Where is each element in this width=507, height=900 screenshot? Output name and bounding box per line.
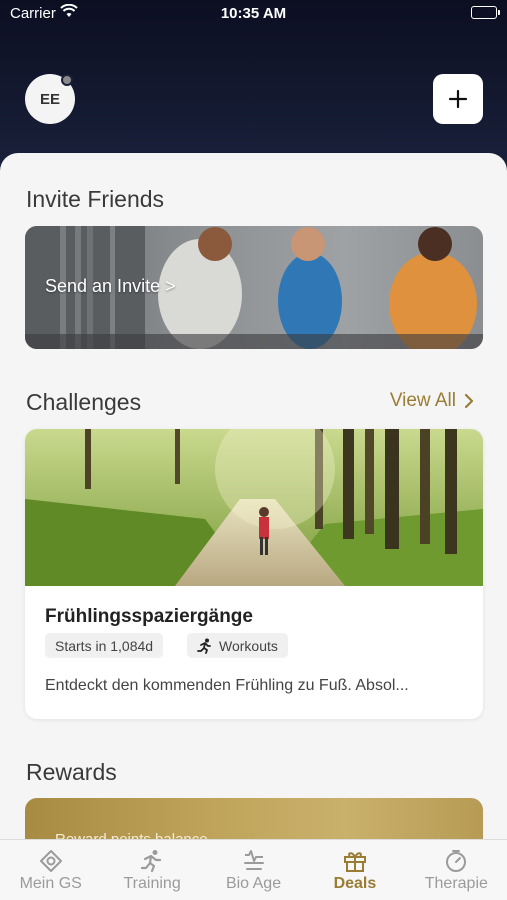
- avatar-initials: EE: [39, 90, 60, 108]
- profile-avatar[interactable]: EE: [25, 74, 75, 124]
- running-person-icon: [197, 638, 211, 654]
- tab-deals[interactable]: Deals: [304, 840, 405, 900]
- tab-training[interactable]: Training: [101, 840, 202, 900]
- tab-label: Bio Age: [225, 875, 282, 892]
- plus-icon: [448, 89, 468, 109]
- tab-label: Deals: [333, 875, 377, 892]
- stopwatch-icon: [444, 847, 468, 875]
- gift-icon: [342, 847, 368, 875]
- invite-card[interactable]: Send an Invite >: [25, 226, 483, 349]
- rewards-section-title: Rewards: [26, 759, 117, 785]
- challenge-card[interactable]: Frühlingsspaziergänge Starts in 1,084d W…: [25, 429, 483, 719]
- clock: 10:35 AM: [220, 5, 287, 22]
- eye-diamond-icon: [39, 847, 63, 875]
- notification-dot: [61, 74, 73, 86]
- challenges-section-title: Challenges: [26, 389, 142, 415]
- invite-section-title: Invite Friends: [26, 186, 165, 212]
- chevron-right-icon: [464, 393, 474, 409]
- tab-mein-gs[interactable]: Mein GS: [0, 840, 101, 900]
- view-all-label: View All: [389, 390, 456, 411]
- tab-therapie[interactable]: Therapie: [406, 840, 507, 900]
- tab-bio-age[interactable]: Bio Age: [203, 840, 304, 900]
- tab-label: Mein GS: [19, 875, 82, 892]
- challenge-description: Entdeckt den kommenden Frühling zu Fuß. …: [45, 677, 409, 694]
- battery-icon: [471, 6, 500, 19]
- add-button[interactable]: [433, 74, 483, 124]
- challenge-title: Frühlingsspaziergänge: [45, 606, 253, 627]
- tab-bar: Mein GS Training Bio Age Deals Therapie: [0, 839, 507, 900]
- tab-label: Therapie: [424, 875, 488, 892]
- forest-photo: [25, 429, 483, 586]
- starts-chip: Starts in 1,084d: [45, 633, 164, 658]
- content-sheet[interactable]: Invite Friends Send an Invite > Challeng…: [0, 153, 507, 900]
- category-label: Workouts: [219, 637, 278, 654]
- heartbeat-icon: [241, 847, 267, 875]
- running-person-icon: [140, 847, 164, 875]
- tab-label: Training: [123, 875, 181, 892]
- status-bar: Carrier 10:35 AM: [0, 0, 507, 28]
- starts-label: Starts in 1,084d: [55, 637, 154, 654]
- view-all-button[interactable]: View All: [390, 390, 474, 412]
- send-invite-link[interactable]: Send an Invite >: [45, 276, 176, 297]
- category-chip: Workouts: [187, 633, 288, 658]
